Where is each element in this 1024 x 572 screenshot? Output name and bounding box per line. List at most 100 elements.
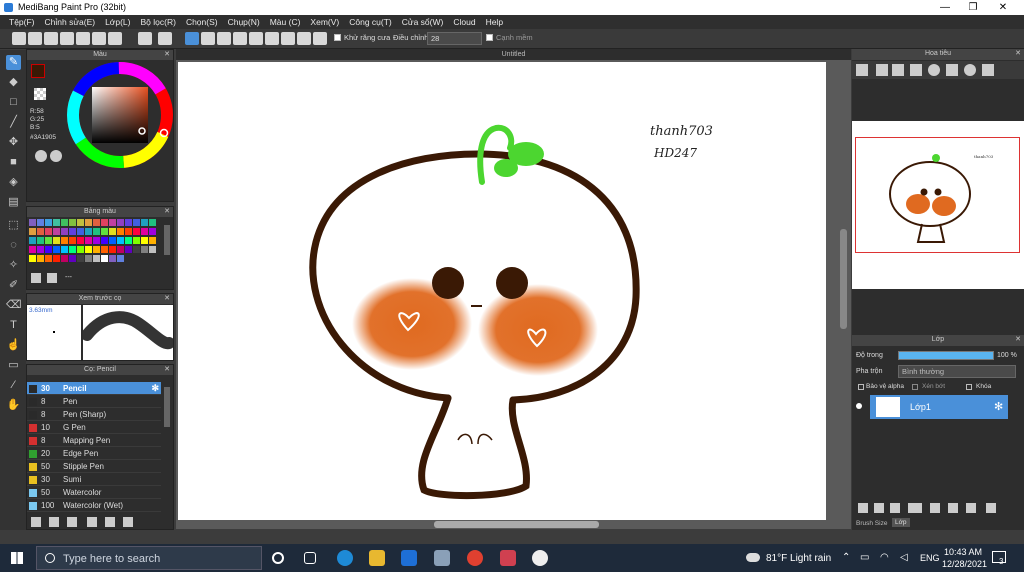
palette-swatch[interactable] bbox=[37, 237, 44, 244]
close-icon[interactable]: ✕ bbox=[1015, 335, 1021, 345]
horizontal-scrollbar[interactable] bbox=[434, 521, 599, 528]
add-brush-icon[interactable] bbox=[31, 517, 41, 527]
palette-swatch[interactable] bbox=[45, 246, 52, 253]
messenger-icon[interactable] bbox=[500, 550, 516, 566]
transparent-swatch[interactable] bbox=[34, 88, 46, 100]
palette-swatch[interactable] bbox=[69, 219, 76, 226]
snap-parallel-icon[interactable] bbox=[201, 32, 215, 45]
menu-file[interactable]: Tệp(F) bbox=[4, 15, 40, 29]
menu-select[interactable]: Chọn(S) bbox=[181, 15, 223, 29]
menu-help[interactable]: Help bbox=[481, 15, 508, 29]
duplicate-icon[interactable] bbox=[105, 517, 115, 527]
select-eraser-icon[interactable]: ⌫ bbox=[6, 298, 22, 313]
brush-item[interactable]: 100 Watercolor (Wet) bbox=[27, 499, 161, 512]
palette-swatch[interactable] bbox=[77, 228, 84, 235]
palette-swatch[interactable] bbox=[37, 246, 44, 253]
magic-wand-icon[interactable]: ✧ bbox=[6, 258, 21, 273]
brush-item[interactable]: 8 Pen (Sharp) bbox=[27, 408, 161, 421]
palette-swatch[interactable] bbox=[69, 255, 76, 262]
palette-swatch[interactable] bbox=[133, 228, 140, 235]
select-pen-icon[interactable]: ✐ bbox=[6, 278, 21, 293]
palette-swatch[interactable] bbox=[29, 246, 36, 253]
palette-swatch[interactable] bbox=[101, 219, 108, 226]
palette-swatch[interactable] bbox=[101, 228, 108, 235]
visibility-icon[interactable] bbox=[856, 403, 862, 409]
palette-swatch[interactable] bbox=[93, 237, 100, 244]
palette-swatch[interactable] bbox=[93, 255, 100, 262]
speech-icon[interactable] bbox=[44, 32, 58, 45]
undo-icon[interactable] bbox=[138, 32, 152, 45]
palette-swatch[interactable] bbox=[93, 228, 100, 235]
adjust-select[interactable]: 28 bbox=[427, 32, 482, 45]
close-icon[interactable]: ✕ bbox=[1015, 49, 1021, 59]
palette-swatch[interactable] bbox=[125, 219, 132, 226]
rect-tool-icon[interactable]: □ bbox=[6, 95, 21, 110]
palette-swatch[interactable] bbox=[37, 255, 44, 262]
menu-cloud[interactable]: Cloud bbox=[448, 15, 480, 29]
mail-icon[interactable] bbox=[401, 550, 417, 566]
brush-size-tab[interactable]: Brush Size bbox=[856, 520, 887, 527]
close-icon[interactable]: ✕ bbox=[164, 294, 170, 304]
zoom-actual-icon[interactable] bbox=[910, 64, 922, 76]
palette-swatch[interactable] bbox=[45, 219, 52, 226]
palette-swatch[interactable] bbox=[133, 246, 140, 253]
text-tool-icon[interactable]: T bbox=[6, 318, 21, 333]
layer-settings-icon[interactable]: ✻ bbox=[994, 400, 1003, 413]
new-palette-icon[interactable] bbox=[31, 273, 41, 283]
palette-swatch[interactable] bbox=[53, 246, 60, 253]
duplicate-layer-icon[interactable] bbox=[948, 503, 958, 513]
trash-icon[interactable] bbox=[123, 517, 133, 527]
clock-date[interactable]: 12/28/2021 bbox=[942, 559, 987, 569]
palette-swatch[interactable] bbox=[85, 228, 92, 235]
palette-swatch[interactable] bbox=[93, 246, 100, 253]
volume-icon[interactable]: ◁ bbox=[900, 552, 908, 563]
gradient-tool-icon[interactable]: ▤ bbox=[6, 195, 21, 210]
menu-layer[interactable]: Lớp(L) bbox=[100, 15, 135, 29]
palette-swatch[interactable] bbox=[117, 228, 124, 235]
lasso-tool-icon[interactable]: ◌ bbox=[6, 238, 21, 253]
palette-swatch[interactable] bbox=[61, 237, 68, 244]
navigator-viewport[interactable]: thanh703 bbox=[855, 137, 1020, 253]
language-indicator[interactable]: ENG bbox=[920, 553, 940, 563]
layer-menu-icon[interactable] bbox=[908, 503, 922, 513]
palette-swatch[interactable] bbox=[85, 255, 92, 262]
list-icon[interactable] bbox=[76, 32, 90, 45]
select-tool-icon[interactable]: ⬚ bbox=[6, 218, 21, 233]
search-box[interactable]: Type here to search bbox=[36, 546, 262, 570]
palette-swatch[interactable] bbox=[29, 237, 36, 244]
palette-swatch[interactable] bbox=[109, 255, 116, 262]
new-halftone-icon[interactable] bbox=[874, 503, 884, 513]
zoom-in-icon[interactable] bbox=[856, 64, 868, 76]
navigator-preview[interactable]: thanh703 bbox=[852, 121, 1024, 289]
comment-icon[interactable] bbox=[60, 32, 74, 45]
delete-palette-icon[interactable] bbox=[47, 273, 57, 283]
antialias-checkbox[interactable] bbox=[334, 34, 341, 41]
palette-swatch[interactable] bbox=[141, 219, 148, 226]
protect-alpha-checkbox[interactable] bbox=[858, 384, 864, 390]
minimize-button[interactable]: — bbox=[930, 0, 960, 15]
palette-swatch[interactable] bbox=[85, 219, 92, 226]
palette-swatch[interactable] bbox=[85, 246, 92, 253]
palette-swatch[interactable] bbox=[77, 255, 84, 262]
fit-icon[interactable] bbox=[892, 64, 904, 76]
layer-folder-icon[interactable] bbox=[930, 503, 940, 513]
palette-swatch[interactable] bbox=[117, 219, 124, 226]
chrome-icon[interactable] bbox=[467, 550, 483, 566]
close-icon[interactable]: ✕ bbox=[164, 365, 170, 375]
brush-settings-icon[interactable]: ✻ bbox=[151, 382, 159, 395]
brush-item[interactable]: 50 Watercolor bbox=[27, 486, 161, 499]
weather-icon[interactable] bbox=[746, 553, 760, 562]
palette-swatch[interactable] bbox=[77, 246, 84, 253]
palette-swatch[interactable] bbox=[61, 219, 68, 226]
task-view-icon[interactable] bbox=[304, 552, 316, 564]
brush-item[interactable]: 30 Pencil ✻ bbox=[27, 382, 161, 395]
palette-swatch[interactable] bbox=[109, 219, 116, 226]
lock-checkbox[interactable] bbox=[966, 384, 972, 390]
bucket-tool-icon[interactable]: ◈ bbox=[6, 175, 21, 190]
palette-swatch[interactable] bbox=[141, 246, 148, 253]
palette-swatch[interactable] bbox=[109, 246, 116, 253]
palette-swatch[interactable] bbox=[29, 228, 36, 235]
edge-icon[interactable] bbox=[337, 550, 353, 566]
palette-swatch[interactable] bbox=[117, 237, 124, 244]
snap-off-icon[interactable] bbox=[185, 32, 199, 45]
